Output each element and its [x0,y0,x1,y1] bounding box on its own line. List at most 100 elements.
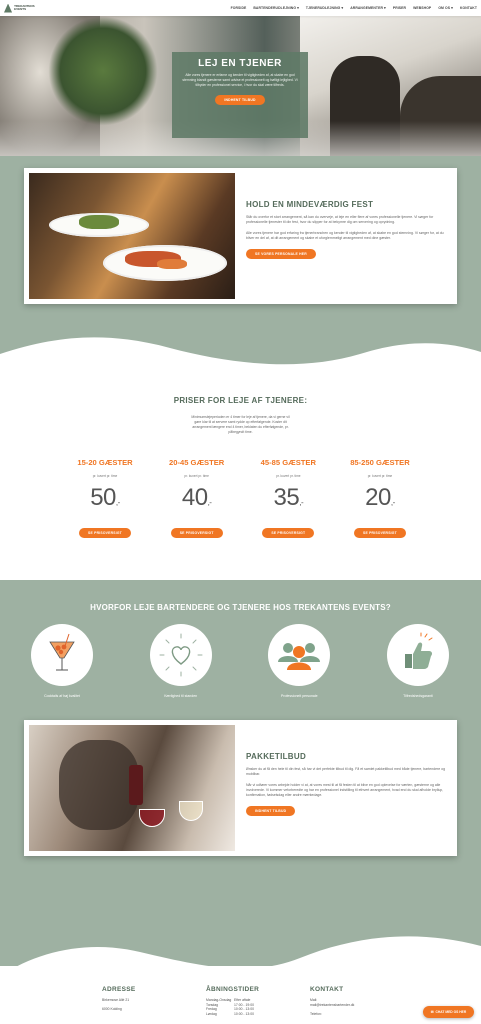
price-tier-unit: pr. kuvert pr. time [184,474,209,478]
price-value-number: 35 [273,484,300,511]
thumbs-up-icon [386,624,449,686]
nav-item-bartenderudlejning[interactable]: BARTENDERUDLEJNING ▾ [253,6,299,10]
wave-divider [0,337,481,376]
fest-photo [29,173,235,299]
nav-item-kontakt[interactable]: KONTAKT [460,6,477,10]
price-value-number: 50 [90,484,116,511]
feature-item: Kærlighed til standen [139,624,223,698]
price-overview-button[interactable]: SE PRISOVERSIGT [170,528,223,538]
package-paragraph-1: Ønsker du at få den hele til din fest, s… [246,767,446,776]
prices-intro: Minimumslejeperioden er 4 timer for leje… [191,415,290,434]
price-overview-button[interactable]: SE PRISOVERSIGT [262,528,315,538]
top-nav: TREKANTENS EVENTS FORSIDE BARTENDERUDLEJ… [0,0,481,16]
fest-title: HOLD EN MINDEVÆRDIG FEST [246,200,374,209]
price-overview-button[interactable]: SE PRISOVERSIGT [79,528,131,538]
package-quote-button[interactable]: INDHENT TILBUD [246,806,296,816]
price-tier-guests: 20-45 GÆSTER [169,458,225,467]
feature-item: Tilfredshedsgaranti [376,624,460,698]
feature-item: Professionelt personale [257,624,341,698]
footer-contact: KONTAKT Mail: mail@trekantensbartender.d… [310,986,354,1017]
price-value-suffix: ,- [390,498,395,507]
price-overview-button[interactable]: SE PRISOVERSIGT [354,528,406,538]
personale-button[interactable]: SE VORES PERSONALE HER [246,249,316,259]
fest-card: HOLD EN MINDEVÆRDIG FEST Står du overfor… [24,168,457,304]
price-tier: 15-20 GÆSTER pr. kuvert pr. time 50,- SE… [70,458,140,539]
why-title: HVORFOR LEJE BARTENDERE OG TJENERE HOS T… [90,603,391,612]
chat-button[interactable]: ✉ CHAT MED OS HER [423,1006,474,1018]
fest-paragraph-2: Alle vores tjenere har god erfaring fra … [246,231,444,240]
heart-icon [149,624,212,686]
footer-address-heading: ADRESSE [102,986,136,993]
package-title: PAKKETILBUD [246,752,307,761]
photo-glass-shape [139,809,165,827]
hours-day: Lørdag [206,1011,217,1016]
food-shape [79,215,119,229]
hero-title: LEJ EN TJENER [198,58,282,69]
nav-item-webshop[interactable]: WEBSHOP [413,6,431,10]
footer-hours-heading: ÅBNINGSTIDER [206,986,260,993]
chat-icon: ✉ [430,1010,434,1014]
photo-bottle-shape [129,765,143,805]
logo-text: TREKANTENS EVENTS [14,3,35,11]
price-tier-unit: pr. kuvert pr. time [367,474,393,478]
package-paragraph-2: Når vi udfører vores arbejde holder vi a… [246,783,444,797]
hours-time: 10:00 - 13:00 [234,1011,254,1016]
feature-label: Kærlighed til standen [164,694,198,698]
why-section: HVORFOR LEJE BARTENDERE OG TJENERE HOS T… [0,580,481,1000]
price-list: 15-20 GÆSTER pr. kuvert pr. time 50,- SE… [70,458,415,539]
cocktail-icon [31,624,93,686]
package-card: PAKKETILBUD Ønsker du at få den hele til… [24,720,457,856]
price-tier-guests: 15-20 GÆSTER [77,458,133,467]
fest-section: HOLD EN MINDEVÆRDIG FEST Står du overfor… [0,156,481,376]
price-tier-value: 35,- [253,484,323,512]
fest-card-body: HOLD EN MINDEVÆRDIG FEST Står du overfor… [246,200,446,260]
package-photo [29,725,235,851]
footer-contact-line: Telefon: [310,1012,322,1016]
feature-label: Cocktails af høj kvalitet [44,694,80,698]
price-value-suffix: ,- [115,498,120,507]
hours-table: Mandag-Onsdag Efter aftale Torsdag 17:00 -… [206,998,264,1016]
hero-text: Alle vores tjenere er erfarne og kender … [182,73,298,87]
nav-item-forside[interactable]: FORSIDE [231,6,247,10]
hero-banner: LEJ EN TJENER Alle vores tjenere er erfa… [0,16,481,156]
footer-address-line: 6000 Kolding [102,1007,122,1011]
footer-email-link[interactable]: mail@trekantensbartender.dk [310,1003,354,1008]
price-value-number: 40 [181,484,208,511]
feature-item: Cocktails af høj kvalitet [20,624,104,698]
price-value-suffix: ,- [299,498,304,507]
price-tier-unit: pr. kuvert pr. time [92,474,118,478]
price-tier-unit: pr. kuvert pr. time [276,474,301,478]
footer-contact-heading: KONTAKT [310,986,344,993]
photo-glass-shape [179,801,203,821]
people-icon [268,624,331,686]
price-tier: 45-85 GÆSTER pr. kuvert pr. time 35,- SE… [253,458,323,539]
price-tier: 20-45 GÆSTER pr. kuvert pr. time 40,- SE… [162,458,232,539]
nav-item-om-os[interactable]: OM OS ▾ [438,6,453,10]
price-tier-value: 50,- [70,484,140,512]
hero-quote-button[interactable]: INDHENT TILBUD [215,95,265,105]
feature-label: Tilfredshedsgaranti [403,694,433,698]
feature-label: Professionelt personale [281,694,318,698]
chat-label: CHAT MED OS HER [435,1010,467,1014]
hero-overlay-box: LEJ EN TJENER Alle vores tjenere er erfa… [172,52,308,138]
price-tier-value: 20,- [345,484,415,512]
fest-paragraph-1: Står du overfor et stort arrangement, så… [246,215,434,224]
footer-address-line: Birkemose Allé 21 [102,998,130,1002]
logo[interactable]: TREKANTENS EVENTS [4,3,44,13]
nav-item-priser[interactable]: PRISER [393,6,406,10]
price-value-number: 20 [365,484,391,511]
photo-bartender-shape [59,740,139,830]
price-value-suffix: ,- [207,498,212,507]
footer-address: ADRESSE Birkemose Allé 21 6000 Kolding [102,986,136,1012]
prices-title: PRISER FOR LEJE AF TJENERE: [173,396,308,405]
prices-section: PRISER FOR LEJE AF TJENERE: Minimumsleje… [0,376,481,580]
footer-hours: ÅBNINGSTIDER Mandag-Onsdag Efter aftale T… [206,986,264,1016]
nav-item-arrangementer[interactable]: ARRANGEMENTER ▾ [350,6,386,10]
hero-photo-plant [48,16,158,126]
nav-item-tjenerudlejning[interactable]: TJENERUDLEJNING ▾ [306,6,343,10]
main-menu: FORSIDE BARTENDERUDLEJNING ▾ TJENERUDLEJ… [231,6,477,10]
feature-list: Cocktails af høj kvalitet Kærlighed til … [20,624,460,698]
price-tier-value: 40,- [162,484,232,512]
logo-icon [4,3,13,13]
price-tier-guests: 45-85 GÆSTER [260,458,316,467]
